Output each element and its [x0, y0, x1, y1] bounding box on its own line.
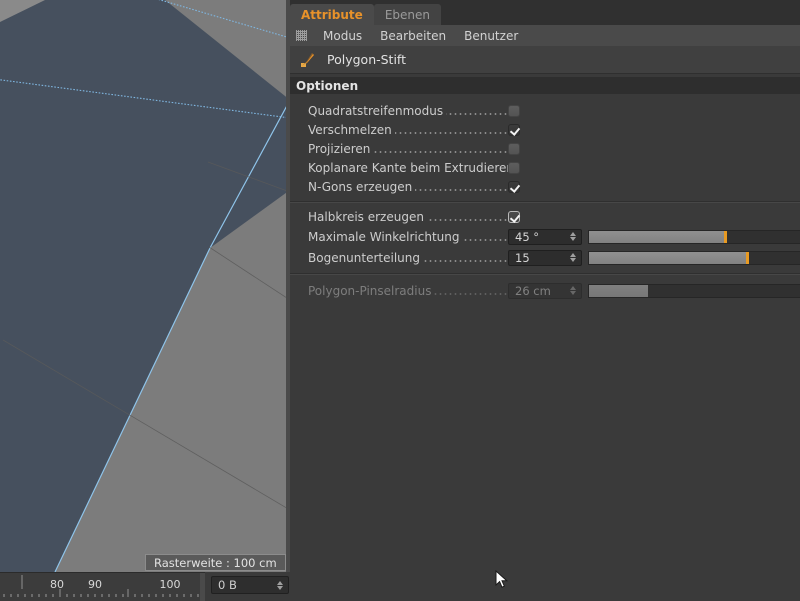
- spinner-arrows-icon[interactable]: [567, 253, 578, 262]
- row-projizieren[interactable]: Projizieren: [290, 139, 800, 158]
- row-bogenunterteilung[interactable]: Bogenunterteilung 15: [290, 247, 800, 268]
- label-cell: Koplanare Kante beim Extrudieren: [308, 158, 508, 177]
- section-header-optionen: Optionen: [290, 77, 800, 94]
- row-halbkreis-erzeugen[interactable]: Halbkreis erzeugen: [290, 207, 800, 226]
- row-ngons-erzeugen[interactable]: N-Gons erzeugen: [290, 177, 800, 196]
- menu-item-modus[interactable]: Modus: [314, 26, 371, 46]
- row-label: Quadratstreifenmodus: [308, 104, 446, 118]
- label-cell: N-Gons erzeugen: [308, 177, 508, 196]
- slider-maximale-winkelrichtung[interactable]: [588, 230, 800, 244]
- field-bogenunterteilung[interactable]: 15: [508, 250, 582, 266]
- row-polygon-pinselradius: Polygon-Pinselradius 26 cm: [290, 280, 800, 301]
- grid-size-tooltip: Rasterweite : 100 cm: [145, 554, 286, 571]
- section-divider-1: [290, 201, 800, 203]
- viewport-3d-scene: [0, 0, 290, 572]
- menu-item-bearbeiten[interactable]: Bearbeiten: [371, 26, 455, 46]
- label-cell: Halbkreis erzeugen: [308, 207, 508, 226]
- row-koplanare-kante[interactable]: Koplanare Kante beim Extrudieren: [290, 158, 800, 177]
- field-maximale-winkelrichtung[interactable]: 45 °: [508, 229, 582, 245]
- row-label: Koplanare Kante beim Extrudieren: [308, 161, 508, 175]
- panel-menu-bar: Modus Bearbeiten Benutzer: [290, 25, 800, 47]
- row-label: Verschmelzen: [308, 123, 395, 137]
- label-cell: Projizieren: [308, 139, 508, 158]
- checkbox-verschmelzen[interactable]: [508, 124, 520, 136]
- ruler-ticks: 80 90 100: [0, 573, 205, 601]
- label-cell: Maximale Winkelrichtung: [308, 227, 508, 246]
- row-verschmelzen[interactable]: Verschmelzen: [290, 120, 800, 139]
- checkbox-koplanare-kante[interactable]: [508, 162, 520, 174]
- row-quadratstreifenmodus[interactable]: Quadratstreifenmodus: [290, 101, 800, 120]
- label-cell: Quadratstreifenmodus: [308, 101, 508, 120]
- spinner-arrows-icon: [567, 286, 578, 295]
- label-cell: Polygon-Pinselradius: [308, 281, 508, 300]
- tab-ebenen[interactable]: Ebenen: [374, 4, 441, 25]
- row-label: Polygon-Pinselradius: [308, 284, 434, 298]
- svg-text:80: 80: [50, 578, 64, 591]
- slider-fill: [589, 285, 648, 297]
- label-cell: Verschmelzen: [308, 120, 508, 139]
- tab-attribute-label: Attribute: [301, 8, 363, 22]
- field-value: 15: [509, 251, 567, 265]
- panel-tab-strip: Attribute Ebenen: [290, 0, 800, 25]
- field-polygon-pinselradius: 26 cm: [508, 283, 582, 299]
- memory-usage-field[interactable]: 0 B: [211, 576, 289, 594]
- row-label: Projizieren: [308, 142, 373, 156]
- section-header-optionen-label: Optionen: [290, 79, 358, 93]
- drag-grip-icon[interactable]: [296, 30, 307, 41]
- checkbox-halbkreis-erzeugen[interactable]: [508, 211, 520, 223]
- row-label: Bogenunterteilung: [308, 251, 423, 265]
- menu-item-benutzer[interactable]: Benutzer: [455, 26, 527, 46]
- checkbox-ngons-erzeugen[interactable]: [508, 181, 520, 193]
- tool-header: Polygon-Stift: [290, 46, 800, 74]
- row-maximale-winkelrichtung[interactable]: Maximale Winkelrichtung 45 °: [290, 226, 800, 247]
- field-value: 45 °: [509, 230, 567, 244]
- slider-bogenunterteilung[interactable]: [588, 251, 800, 265]
- row-label: N-Gons erzeugen: [308, 180, 415, 194]
- slider-handle[interactable]: [724, 231, 727, 243]
- attribute-manager-panel: Attribute Ebenen Modus Bearbeiten Benutz…: [290, 0, 800, 600]
- checkbox-quadratstreifenmodus[interactable]: [508, 105, 520, 117]
- slider-polygon-pinselradius: [588, 284, 800, 298]
- pen-tool-icon: [298, 50, 318, 70]
- memory-usage-value: 0 B: [212, 578, 274, 592]
- svg-text:90: 90: [88, 578, 102, 591]
- application-window: Rasterweite : 100 cm 80 90 100: [0, 0, 800, 600]
- options-rows: Quadratstreifenmodus Verschmelzen Projiz…: [290, 98, 800, 301]
- horizontal-ruler[interactable]: 80 90 100: [0, 572, 205, 601]
- slider-handle[interactable]: [746, 252, 749, 264]
- checkbox-projizieren[interactable]: [508, 143, 520, 155]
- label-cell: Bogenunterteilung: [308, 248, 508, 267]
- grid-size-text: Rasterweite : 100 cm: [154, 556, 277, 570]
- spinner-arrows-icon[interactable]: [567, 232, 578, 241]
- svg-text:100: 100: [160, 578, 181, 591]
- perspective-viewport[interactable]: Rasterweite : 100 cm: [0, 0, 290, 572]
- row-label: Maximale Winkelrichtung: [308, 230, 463, 244]
- slider-fill: [589, 252, 746, 264]
- field-value: 26 cm: [509, 284, 567, 298]
- tab-attribute[interactable]: Attribute: [290, 4, 374, 25]
- slider-fill: [589, 231, 724, 243]
- section-divider-2: [290, 273, 800, 275]
- tool-title: Polygon-Stift: [327, 52, 406, 67]
- spinner-arrows-icon[interactable]: [274, 581, 285, 590]
- row-label: Halbkreis erzeugen: [308, 210, 427, 224]
- tab-ebenen-label: Ebenen: [385, 8, 430, 22]
